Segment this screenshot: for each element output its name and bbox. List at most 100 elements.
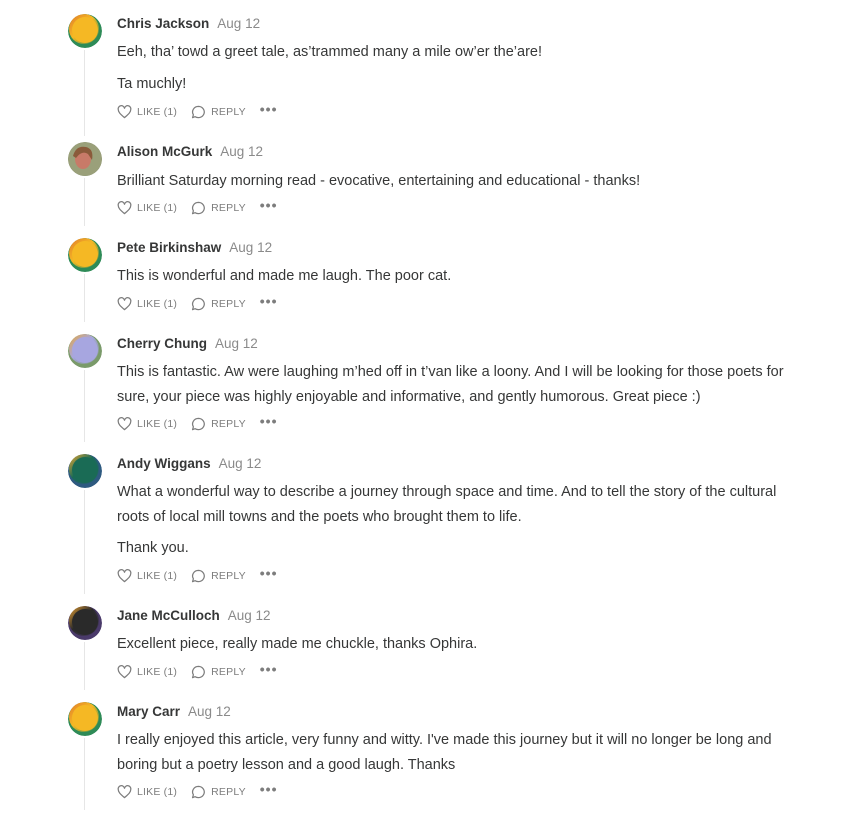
comment-paragraph: Ta muchly! (117, 75, 187, 92)
ellipsis-icon[interactable]: ••• (260, 565, 278, 581)
comment-body: This is fantastic. Aw were laughing m’he… (117, 360, 807, 416)
comment-body: What a wonderful way to describe a journ… (117, 480, 807, 568)
like-label: LIKE (1) (137, 202, 178, 214)
like-label: LIKE (1) (137, 106, 178, 118)
like-label: LIKE (1) (137, 666, 178, 678)
speech-bubble-icon (191, 105, 211, 119)
speech-bubble-icon (191, 785, 211, 799)
author-name[interactable]: Mary Carr (117, 704, 180, 719)
comment-body: Excellent piece, really made me chuckle,… (117, 632, 807, 664)
comment-actions: LIKE (1) REPLY ••• (117, 565, 278, 585)
like-button[interactable]: LIKE (1) (117, 105, 177, 119)
heart-icon (117, 105, 137, 119)
speech-bubble-icon (191, 665, 211, 679)
speech-bubble-icon (191, 417, 211, 431)
comment-body: This is wonderful and made me laugh. The… (117, 264, 807, 296)
reply-button[interactable]: REPLY (191, 569, 246, 583)
comment-actions: LIKE (1) REPLY ••• (117, 781, 278, 801)
thread-line (84, 490, 85, 594)
thread-line (84, 370, 85, 442)
like-button[interactable]: LIKE (1) (117, 569, 177, 583)
ellipsis-icon[interactable]: ••• (260, 413, 278, 429)
comment-header: Pete Birkinshaw Aug 12 (117, 240, 272, 260)
like-label: LIKE (1) (137, 298, 178, 310)
reply-button[interactable]: REPLY (191, 105, 246, 119)
comment-body: Eeh, tha’ towd a greet tale, as’trammed … (117, 40, 807, 103)
heart-icon (117, 785, 137, 799)
comment-header: Mary Carr Aug 12 (117, 704, 231, 724)
avatar[interactable] (68, 606, 102, 640)
comment-header: Cherry Chung Aug 12 (117, 336, 258, 356)
comment-paragraph: Eeh, tha’ towd a greet tale, as’trammed … (117, 44, 542, 60)
author-name[interactable]: Pete Birkinshaw (117, 240, 221, 255)
ellipsis-icon[interactable]: ••• (260, 781, 278, 797)
avatar[interactable] (68, 334, 102, 368)
ellipsis-icon[interactable]: ••• (260, 101, 278, 117)
reply-label: REPLY (211, 298, 246, 310)
author-name[interactable]: Andy Wiggans (117, 456, 211, 471)
comment-header: Alison McGurk Aug 12 (117, 144, 263, 164)
like-label: LIKE (1) (137, 786, 178, 798)
avatar[interactable] (68, 238, 102, 272)
like-label: LIKE (1) (137, 570, 178, 582)
avatar[interactable] (68, 454, 102, 488)
reply-label: REPLY (211, 202, 246, 214)
comment-date[interactable]: Aug 12 (228, 608, 271, 623)
comment-actions: LIKE (1) REPLY ••• (117, 661, 278, 681)
comment-paragraph: Thank you. (117, 540, 189, 556)
reply-label: REPLY (211, 418, 246, 430)
comment-date[interactable]: Aug 12 (217, 16, 260, 31)
like-button[interactable]: LIKE (1) (117, 417, 177, 431)
author-name[interactable]: Cherry Chung (117, 336, 207, 351)
heart-icon (117, 201, 137, 215)
author-name[interactable]: Chris Jackson (117, 16, 209, 31)
heart-icon (117, 417, 137, 431)
heart-icon (117, 569, 137, 583)
author-name[interactable]: Alison McGurk (117, 144, 212, 159)
avatar[interactable] (68, 14, 102, 48)
like-label: LIKE (1) (137, 418, 178, 430)
comment-paragraph: This is wonderful and made me laugh. The… (117, 268, 452, 284)
speech-bubble-icon (191, 201, 211, 215)
comment-date[interactable]: Aug 12 (219, 456, 262, 471)
reply-button[interactable]: REPLY (191, 417, 246, 431)
ellipsis-icon[interactable]: ••• (260, 661, 278, 677)
comment-date[interactable]: Aug 12 (215, 336, 258, 351)
like-button[interactable]: LIKE (1) (117, 201, 177, 215)
like-button[interactable]: LIKE (1) (117, 785, 177, 799)
comment-actions: LIKE (1) REPLY ••• (117, 293, 278, 313)
reply-button[interactable]: REPLY (191, 201, 246, 215)
thread-line (84, 274, 85, 322)
comment-header: Jane McCulloch Aug 12 (117, 608, 271, 628)
comment-date[interactable]: Aug 12 (220, 144, 263, 159)
avatar[interactable] (68, 702, 102, 736)
comment-date[interactable]: Aug 12 (188, 704, 231, 719)
ellipsis-icon[interactable]: ••• (260, 197, 278, 213)
comment-actions: LIKE (1) REPLY ••• (117, 101, 278, 121)
comment-paragraph: This is fantastic. Aw were laughing m’he… (117, 364, 784, 405)
speech-bubble-icon (191, 569, 211, 583)
avatar[interactable] (68, 142, 102, 176)
comment-date[interactable]: Aug 12 (229, 240, 272, 255)
like-button[interactable]: LIKE (1) (117, 297, 177, 311)
reply-label: REPLY (211, 786, 246, 798)
comment-paragraph: What a wonderful way to describe a journ… (117, 484, 777, 525)
comment-actions: LIKE (1) REPLY ••• (117, 197, 278, 217)
reply-button[interactable]: REPLY (191, 785, 246, 799)
heart-icon (117, 665, 137, 679)
comment-header: Andy Wiggans Aug 12 (117, 456, 261, 476)
reply-button[interactable]: REPLY (191, 297, 246, 311)
comment-body: I really enjoyed this article, very funn… (117, 728, 807, 784)
comment-header: Chris Jackson Aug 12 (117, 16, 260, 36)
author-name[interactable]: Jane McCulloch (117, 608, 220, 623)
thread-line (84, 178, 85, 226)
thread-line (84, 642, 85, 690)
comment-paragraph: I really enjoyed this article, very funn… (117, 732, 772, 773)
comment-paragraph: Excellent piece, really made me chuckle,… (117, 636, 478, 652)
ellipsis-icon[interactable]: ••• (260, 293, 278, 309)
reply-button[interactable]: REPLY (191, 665, 246, 679)
like-button[interactable]: LIKE (1) (117, 665, 177, 679)
comment-body: Brilliant Saturday morning read - evocat… (117, 169, 807, 201)
thread-line (84, 738, 85, 810)
thread-line (84, 50, 85, 136)
